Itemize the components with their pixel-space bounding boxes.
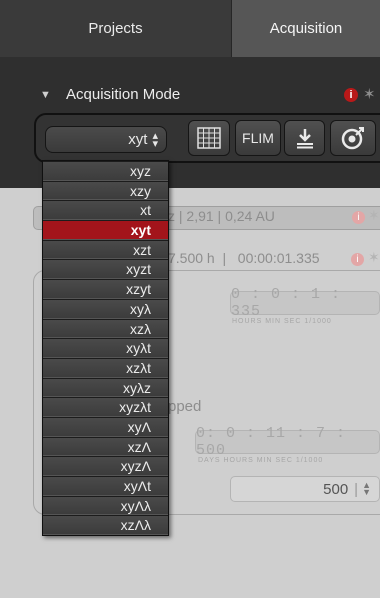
pin-icon: ✶ (368, 249, 380, 265)
tab-projects[interactable]: Projects (0, 0, 232, 57)
info-icon: i (352, 211, 365, 224)
mode-option-5[interactable]: xyzt (43, 259, 168, 280)
mode-option-6[interactable]: xzyt (43, 279, 168, 299)
mode-option-0[interactable]: xyz (43, 161, 168, 181)
mode-option-7[interactable]: xyλ (43, 298, 168, 319)
mode-option-11[interactable]: xyλz (43, 377, 168, 398)
mode-option-2[interactable]: xt (43, 200, 168, 221)
acquisition-mode-dropdown-list[interactable]: xyz xzy xt xyt xzt xyzt xzyt xyλ xzλ xyλt xzλt xyλz… (42, 160, 169, 537)
download-button[interactable] (284, 120, 325, 156)
pinhole-text: z | 2,91 | 0,24 AU (168, 208, 275, 224)
download-icon (296, 129, 313, 149)
pin-icon: ✶ (368, 207, 380, 223)
mode-option-15[interactable]: xyzΛ (43, 456, 168, 476)
mode-option-3[interactable]: xyt (43, 220, 168, 240)
stop-mode-text: pped (168, 398, 202, 415)
duration-field[interactable]: 0: 0 : 11 : 7 : 500 (195, 425, 380, 459)
mode-option-12[interactable]: xyzλt (43, 397, 168, 417)
mode-option-13[interactable]: xyΛ (43, 416, 168, 437)
pin-icon[interactable]: ✶ (363, 85, 376, 103)
frame-count-value: 500 (323, 480, 349, 498)
info-icon: i (351, 253, 364, 266)
mode-option-4[interactable]: xzt (43, 239, 168, 260)
section-title: Acquisition Mode (66, 86, 181, 103)
frame-interval-field[interactable]: 0 : 0 : 1 : 335 (230, 286, 380, 320)
updown-arrows-icon[interactable]: ▲ ▼ (362, 481, 371, 497)
acquisition-mode-section-header[interactable]: ▼ Acquisition Mode i ✶ (0, 76, 380, 116)
mode-option-18[interactable]: xzΛλ (43, 515, 168, 536)
auto-focus-button[interactable] (330, 120, 376, 156)
mode-option-1[interactable]: xzy (43, 180, 168, 201)
time-units-label: DAYS HOURS MIN SEC 1/1000 (198, 457, 324, 464)
mode-option-17[interactable]: xyΛλ (43, 495, 168, 516)
grid-icon (197, 127, 221, 149)
tile-scan-grid-button[interactable] (188, 120, 230, 156)
time-units-label: HOURS MIN SEC 1/1000 (232, 318, 332, 325)
acquisition-mode-select[interactable]: xyt ▴ ▾ (45, 126, 167, 153)
tab-acquisition[interactable]: Acquisition (232, 0, 380, 57)
target-icon (341, 127, 364, 150)
flim-button[interactable]: FLIM (235, 120, 281, 156)
updown-arrows-icon: ▴ ▾ (152, 129, 158, 150)
divider: | (354, 480, 359, 498)
mode-option-8[interactable]: xzλ (43, 318, 168, 339)
mode-option-16[interactable]: xyΛt (43, 476, 168, 496)
mode-option-14[interactable]: xzΛ (43, 436, 168, 457)
info-icon[interactable]: i (344, 88, 358, 102)
mode-option-9[interactable]: xyλt (43, 338, 168, 358)
duration-text: 7.500 h | 00:00:01.335 (168, 250, 320, 266)
selected-mode-value: xyt (128, 131, 148, 148)
tab-bar: Projects Acquisition (0, 0, 380, 57)
frame-count-stepper[interactable]: 500 | ▲ ▼ (230, 476, 380, 502)
collapse-triangle-icon[interactable]: ▼ (40, 89, 51, 101)
mode-option-10[interactable]: xzλt (43, 357, 168, 378)
